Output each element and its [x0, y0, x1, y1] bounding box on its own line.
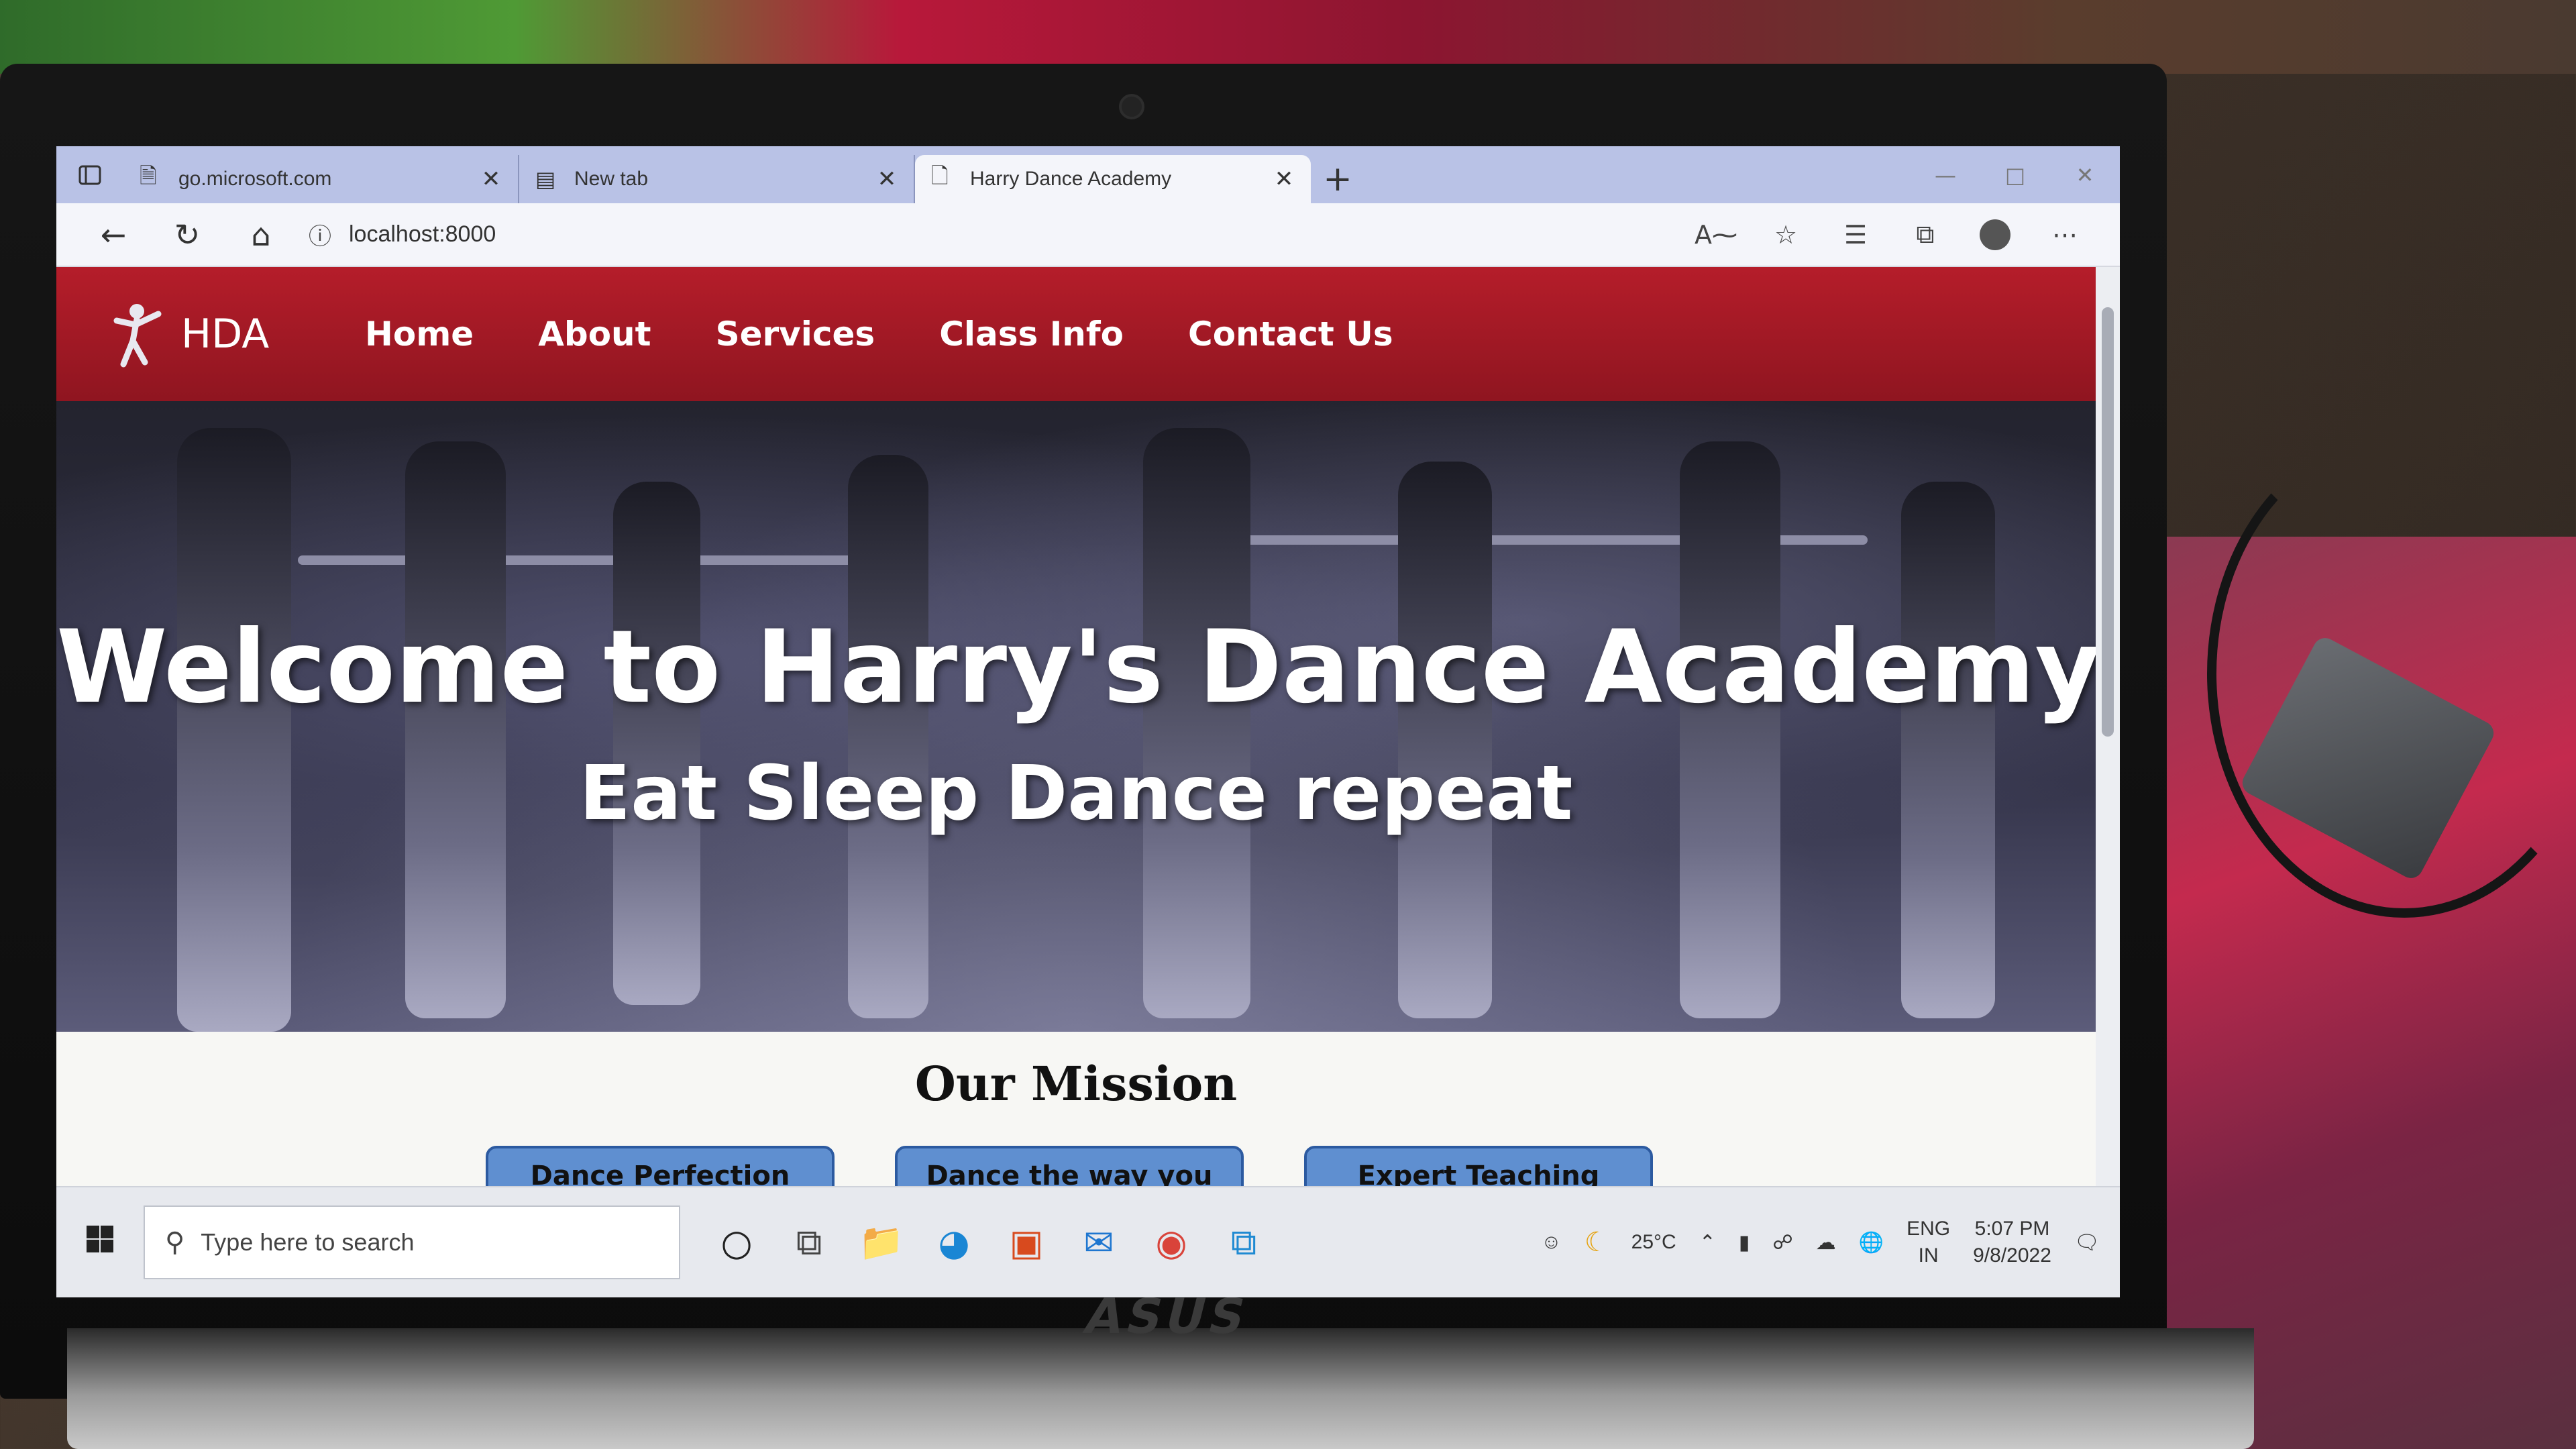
home-icon[interactable]: ⌂ [224, 217, 298, 253]
dancer-silhouette [1398, 462, 1492, 1018]
clock[interactable]: 5:07 PM 9/8/2022 [1973, 1216, 2051, 1269]
close-icon[interactable]: ✕ [478, 166, 504, 193]
web-page: HDA Home About Services Class Info Conta… [56, 267, 2096, 1186]
nav-services[interactable]: Services [716, 315, 875, 354]
system-tray: ☺ ☾ 25°C ⌃ ▮ ☍ ☁ 🌐 ENG IN 5:07 PM 9/8/20… [1518, 1216, 2120, 1269]
people-icon[interactable]: ☺ [1541, 1231, 1562, 1254]
task-view-icon[interactable]: ⧉ [773, 1221, 845, 1264]
nav-home[interactable]: Home [365, 315, 474, 354]
tab-title: Harry Dance Academy [970, 168, 1172, 190]
dancer-logo-icon [113, 304, 162, 368]
new-tab-icon: ▤ [535, 167, 556, 191]
language-indicator[interactable]: ENG IN [1907, 1216, 1950, 1269]
profile-avatar[interactable] [1960, 219, 2030, 251]
info-icon[interactable]: ⓘ [309, 218, 349, 251]
clock-date: 9/8/2022 [1973, 1244, 2051, 1267]
page-icon: 🗎 [140, 164, 157, 188]
tab-actions-icon [78, 163, 102, 187]
site-logo[interactable]: HDA [110, 301, 365, 368]
new-tab-button[interactable]: + [1311, 155, 1364, 203]
hero-subtitle: Eat Sleep Dance repeat [579, 750, 1573, 837]
mission-card-dance-perfection: Dance Perfection [486, 1146, 835, 1186]
back-arrow-icon[interactable]: ← [76, 217, 150, 253]
tab-new-tab[interactable]: ▤ New tab ✕ [519, 155, 915, 203]
address-text[interactable]: localhost:8000 [349, 221, 496, 248]
webcam [1119, 94, 1144, 119]
hero-banner: Welcome to Harry's Dance Academy Eat Sle… [56, 401, 2096, 1032]
nav-class-info[interactable]: Class Info [939, 315, 1124, 354]
battery-icon[interactable]: ▮ [1739, 1231, 1750, 1254]
tab-go-microsoft[interactable]: 🗎 go.microsoft.com ✕ [123, 155, 519, 203]
file-explorer-icon[interactable]: 📁 [845, 1221, 918, 1264]
scroll-thumb[interactable] [2102, 307, 2114, 737]
page-scrollbar[interactable] [2096, 267, 2120, 1186]
tab-harry-dance-academy[interactable]: 🗋 Harry Dance Academy ✕ [915, 155, 1311, 203]
mission-heading: Our Mission [914, 1056, 1238, 1112]
close-window-icon[interactable]: ✕ [2050, 162, 2120, 188]
dancer-silhouette [405, 441, 506, 1018]
mission-card-dance-way: Dance the way you like [895, 1146, 1244, 1186]
notifications-icon[interactable]: 🗨 [2074, 1231, 2100, 1254]
laptop-brand-logo: ASUS [1079, 1288, 1256, 1344]
dancer-silhouette [613, 482, 700, 1005]
tab-title: New tab [574, 168, 649, 190]
weather-icon[interactable]: ☾ [1585, 1227, 1609, 1258]
language-globe-icon[interactable]: 🌐 [1859, 1231, 1884, 1254]
network-icon[interactable]: ☍ [1772, 1231, 1792, 1254]
language-top: ENG [1907, 1218, 1951, 1240]
onedrive-icon[interactable]: ☁ [1816, 1231, 1836, 1254]
tab-title: go.microsoft.com [178, 168, 332, 190]
language-bottom: IN [1918, 1244, 1939, 1267]
chrome-icon[interactable]: ◉ [1135, 1222, 1208, 1264]
maximize-icon[interactable]: □ [1980, 162, 2050, 188]
barre [298, 555, 902, 565]
cortana-icon[interactable]: ○ [700, 1222, 773, 1264]
favorites-icon[interactable]: ☰ [1821, 220, 1890, 250]
dancer-silhouette [1680, 441, 1780, 1018]
office-icon[interactable]: ▣ [990, 1222, 1063, 1264]
vscode-icon[interactable]: ⧉ [1208, 1221, 1280, 1264]
hero-title: Welcome to Harry's Dance Academy [56, 609, 2096, 726]
add-favorite-icon[interactable]: ☆ [1751, 220, 1821, 250]
dancer-silhouette [177, 428, 291, 1032]
nav-contact-us[interactable]: Contact Us [1188, 315, 1393, 354]
window-controls: — □ ✕ [1911, 146, 2120, 203]
background-cloth [0, 0, 2576, 74]
search-icon: ⚲ [165, 1228, 185, 1257]
taskbar-search-box[interactable]: ⚲ Type here to search [144, 1205, 680, 1279]
windows-taskbar: ⚲ Type here to search ○ ⧉ 📁 ◕ ▣ ✉ ◉ ⧉ ☺ … [56, 1186, 2120, 1297]
edge-icon[interactable]: ◕ [918, 1222, 990, 1264]
search-placeholder: Type here to search [201, 1228, 415, 1256]
taskbar-apps: ○ ⧉ 📁 ◕ ▣ ✉ ◉ ⧉ [700, 1221, 1280, 1264]
chevron-up-icon[interactable]: ⌃ [1699, 1231, 1716, 1254]
laptop-screen: 🗎 go.microsoft.com ✕ ▤ New tab ✕ 🗋 Harry… [56, 146, 2120, 1297]
laptop-base [67, 1328, 2254, 1449]
browser-tab-strip: 🗎 go.microsoft.com ✕ ▤ New tab ✕ 🗋 Harry… [56, 146, 2120, 203]
windows-start-icon[interactable] [56, 1222, 144, 1263]
temperature[interactable]: 25°C [1631, 1231, 1676, 1254]
site-navbar: HDA Home About Services Class Info Conta… [56, 267, 2096, 401]
mission-card-expert-teaching: Expert Teaching [1304, 1146, 1653, 1186]
tab-actions-button[interactable] [56, 146, 123, 203]
toolbar-actions: A⁓ ☆ ☰ ⧉ ⋯ [1681, 219, 2100, 251]
close-icon[interactable]: ✕ [1271, 166, 1297, 193]
mail-icon[interactable]: ✉ [1063, 1222, 1135, 1264]
refresh-icon[interactable]: ↻ [150, 217, 224, 253]
mission-section: Our Mission Dance Perfection Dance the w… [56, 1032, 2096, 1186]
address-bar[interactable]: ⓘ localhost:8000 [309, 211, 1583, 258]
dancer-silhouette [848, 455, 928, 1018]
clock-time: 5:07 PM [1974, 1218, 2050, 1240]
browser-toolbar: ← ↻ ⌂ ⓘ localhost:8000 A⁓ ☆ ☰ ⧉ ⋯ [56, 203, 2120, 267]
nav-about[interactable]: About [538, 315, 651, 354]
collections-icon[interactable]: ⧉ [1890, 219, 1960, 250]
close-icon[interactable]: ✕ [873, 166, 900, 193]
logo-text: HDA [181, 311, 270, 358]
read-aloud-icon[interactable]: A⁓ [1681, 220, 1751, 250]
document-icon: 🗋 [931, 164, 949, 188]
more-options-icon[interactable]: ⋯ [2030, 220, 2100, 250]
site-nav-links: Home About Services Class Info Contact U… [365, 315, 1458, 354]
minimize-icon[interactable]: — [1911, 162, 1980, 188]
